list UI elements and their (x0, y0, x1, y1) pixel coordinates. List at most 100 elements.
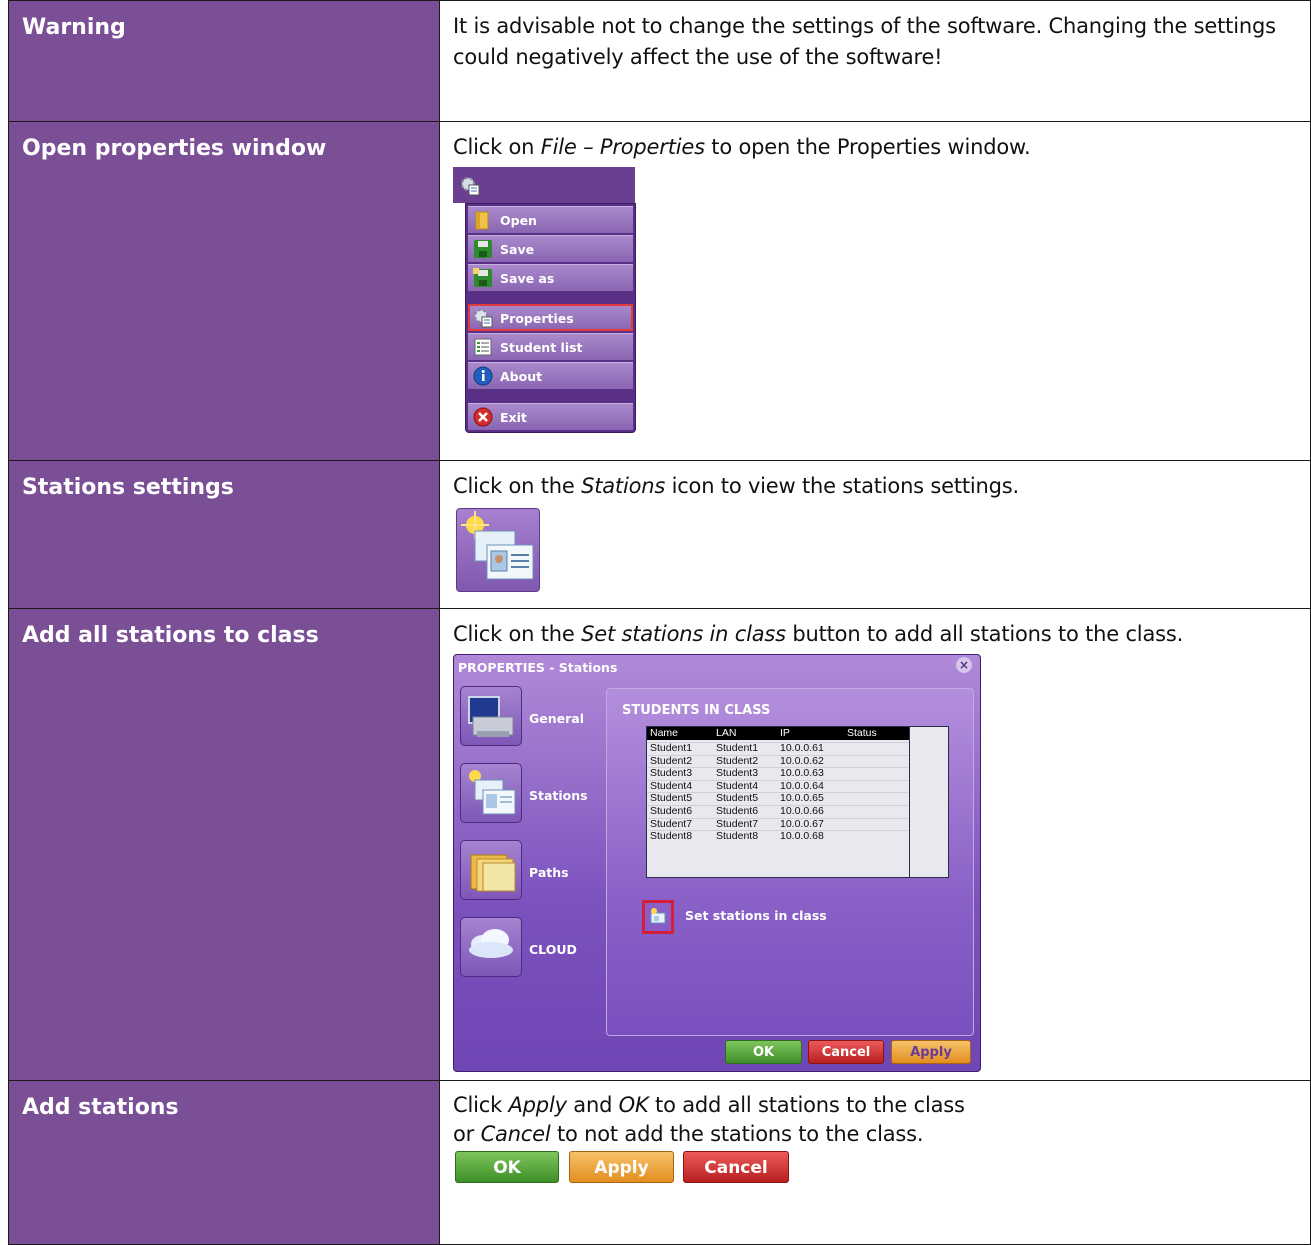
menu-item-student-list[interactable]: Student list (468, 333, 633, 360)
table-divider (909, 727, 910, 877)
row-label-cell: Add stations (8, 1080, 440, 1245)
table-cell: 10.0.0.66 (780, 805, 824, 817)
ok-button[interactable]: OK (725, 1040, 802, 1064)
text-emphasis: File – Properties (540, 135, 705, 159)
properties-gear-icon[interactable] (459, 175, 481, 197)
table-row[interactable]: Student8 Student8 10.0.0.68 (647, 830, 909, 842)
text-emphasis: OK (618, 1093, 649, 1117)
table-row: Add all stations to class Click on the S… (8, 608, 1311, 1081)
table-header: Name LAN IP Status (647, 727, 909, 740)
ok-button[interactable]: OK (455, 1151, 559, 1183)
column-header[interactable]: LAN (716, 727, 736, 740)
text-emphasis: Stations (581, 474, 666, 498)
document-page: Warning It is advisable not to change th… (0, 0, 1311, 1245)
computer-icon (468, 696, 514, 737)
dialog-title: PROPERTIES - Stations (458, 660, 618, 675)
menu-item-exit[interactable]: Exit (468, 403, 633, 430)
set-stations-label[interactable]: Set stations in class (685, 908, 827, 923)
column-header[interactable]: Status (847, 727, 877, 740)
table-row: Stations settings Click on the Stations … (8, 460, 1311, 609)
menu-item-save-as[interactable]: Save as (468, 264, 633, 291)
row-label-cell: Open properties window (8, 121, 440, 461)
close-icon[interactable]: × (956, 657, 972, 673)
folders-icon (470, 854, 516, 892)
row-label-cell: Stations settings (8, 460, 440, 609)
stations-icon-button[interactable] (456, 508, 540, 592)
table-row[interactable]: Student6 Student6 10.0.0.66 (647, 805, 909, 817)
info-icon (473, 366, 493, 386)
menu-item-open[interactable]: Open (468, 206, 633, 233)
table-row[interactable]: Student5 Student5 10.0.0.65 (647, 792, 909, 804)
table-cell: Student8 (716, 830, 759, 843)
section-title: STUDENTS IN CLASS (622, 703, 771, 718)
menu-item-label: Properties (500, 311, 574, 326)
text-part: Click (453, 1093, 509, 1117)
text-part: to not add the stations to the class. (550, 1122, 924, 1146)
nav-general-button[interactable] (460, 686, 522, 746)
table-row[interactable]: Student3 Student3 10.0.0.63 (647, 767, 909, 779)
text-part: and (566, 1093, 619, 1117)
table-cell: 10.0.0.62 (780, 754, 824, 767)
cancel-button[interactable]: Cancel (808, 1040, 884, 1064)
table-cell: Student5 (716, 792, 759, 805)
set-stations-button[interactable] (642, 900, 674, 934)
instruction-text: Click on the Set stations in class butto… (440, 609, 1310, 650)
menu-item-label: Exit (500, 410, 527, 425)
table-row: Add stations Click Apply and OK to add a… (8, 1080, 1311, 1245)
text-part: Click on the (453, 474, 582, 498)
set-stations-icon (650, 908, 666, 924)
action-buttons: OK Apply Cancel (455, 1151, 1310, 1187)
table-row[interactable]: Student4 Student4 10.0.0.64 (647, 779, 909, 792)
table-row[interactable]: Student7 Student7 10.0.0.67 (647, 817, 909, 830)
column-header[interactable]: Name (650, 727, 678, 740)
text-part: Click on (453, 135, 541, 159)
table-cell: Student8 (650, 830, 693, 843)
table-cell: Student7 (650, 817, 693, 830)
table-cell: Student7 (716, 817, 759, 830)
nav-paths-label: Paths (529, 865, 569, 880)
table-cell: Student1 (650, 742, 693, 754)
instruction-text: Click Apply and OK to add all stations t… (440, 1081, 1310, 1149)
nav-cloud-button[interactable] (460, 917, 522, 977)
row-content-cell: Click on the Set stations in class butto… (439, 608, 1311, 1081)
nav-stations-button[interactable] (460, 763, 522, 823)
table-cell: 10.0.0.67 (780, 817, 824, 830)
instruction-text: Click on File – Properties to open the P… (440, 122, 1310, 163)
cancel-button[interactable]: Cancel (683, 1151, 789, 1183)
row-label: Warning (22, 15, 126, 40)
students-table: Name LAN IP Status Student1 Student1 10.0.… (646, 726, 949, 878)
row-label: Open properties window (22, 136, 327, 161)
table-cell: 10.0.0.68 (780, 830, 824, 843)
menu-item-label: Save as (500, 271, 555, 286)
table-row[interactable]: Student2 Student2 10.0.0.62 (647, 754, 909, 767)
cloud-icon (469, 929, 513, 958)
table-cell: 10.0.0.63 (780, 767, 824, 780)
menu-item-about[interactable]: About (468, 362, 633, 389)
menu-item-properties[interactable]: Properties (468, 304, 633, 331)
menu-item-save[interactable]: Save (468, 235, 633, 262)
stations-icon (469, 770, 516, 815)
apply-button[interactable]: Apply (569, 1151, 674, 1183)
properties-icon (474, 309, 493, 328)
nav-general-label: General (529, 711, 584, 726)
folder-icon (475, 211, 489, 230)
nav-paths-button[interactable] (460, 840, 522, 900)
table-row[interactable]: Student1 Student1 10.0.0.61 (647, 742, 909, 754)
file-menu-bar[interactable] (453, 167, 635, 203)
apply-button[interactable]: Apply (891, 1040, 971, 1064)
column-header[interactable]: IP (780, 727, 790, 740)
table-cell: Student2 (716, 754, 759, 767)
text-part: button to add all stations to the class. (785, 622, 1184, 646)
table-cell: Student2 (650, 754, 693, 767)
properties-dialog: PROPERTIES - Stations × General Stations… (453, 654, 981, 1072)
table-cell: 10.0.0.64 (780, 779, 824, 792)
menu-item-label: About (500, 369, 543, 384)
menu-item-label: Student list (500, 340, 583, 355)
stations-panel: STUDENTS IN CLASS Name LAN IP Status Stu… (606, 688, 974, 1036)
menu-item-label: Save (500, 242, 535, 257)
text-part: icon to view the stations settings. (665, 474, 1020, 498)
row-content-cell: Click on File – Properties to open the P… (439, 121, 1311, 461)
row-content-cell: Click on the Stations icon to view the s… (439, 460, 1311, 609)
table-cell: Student6 (716, 805, 759, 817)
save-icon (474, 240, 492, 258)
